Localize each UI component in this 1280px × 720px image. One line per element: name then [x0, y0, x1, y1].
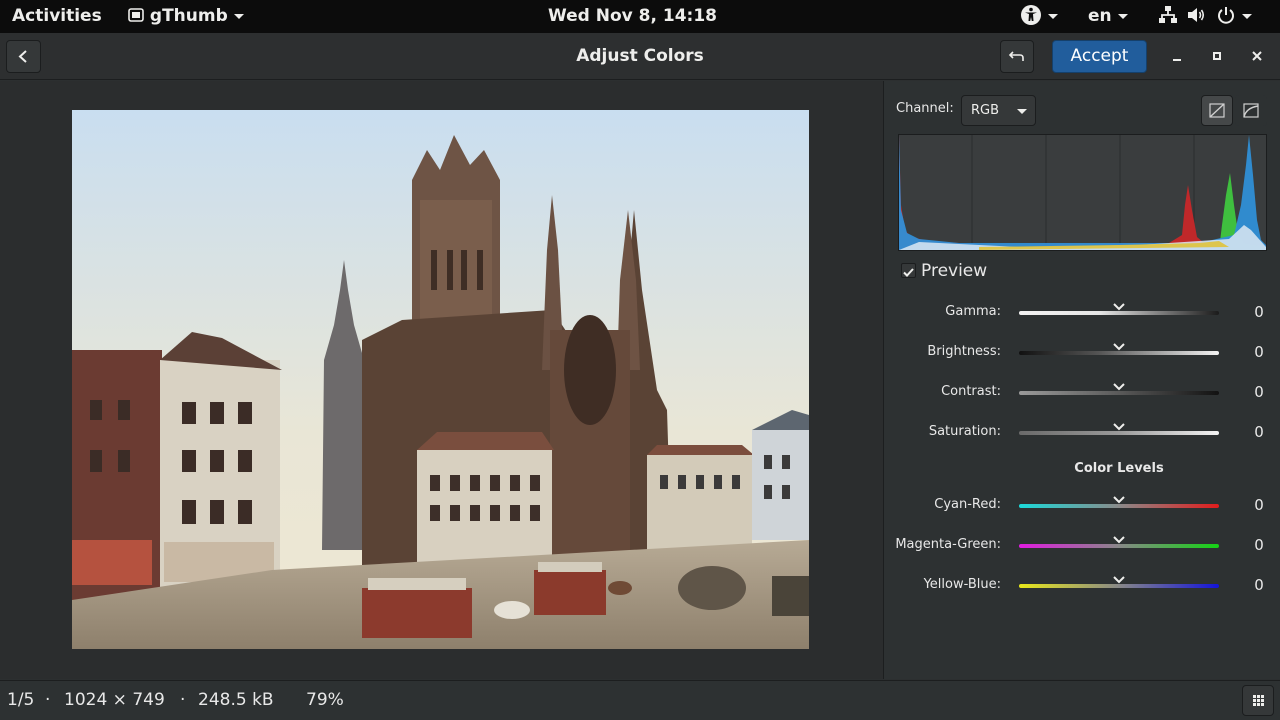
- header-bar: Adjust Colors Accept: [0, 33, 1280, 80]
- image-dimensions: 1024 × 749: [64, 690, 165, 710]
- brightness-value: 0: [1254, 343, 1264, 361]
- contrast-label: Contrast:: [941, 384, 1001, 399]
- chevron-down-icon: [1017, 109, 1027, 114]
- power-icon: [1217, 6, 1234, 24]
- checkmark-icon: [903, 268, 914, 277]
- adjust-colors-panel: Channel: RGB Preview Gamma: 0 Brightness…: [883, 81, 1280, 679]
- grid-icon: [1253, 695, 1264, 706]
- magenta-green-value: 0: [1254, 536, 1264, 554]
- minimize-button[interactable]: [1167, 46, 1187, 66]
- app-menu[interactable]: gThumb: [128, 0, 244, 33]
- contrast-value: 0: [1254, 383, 1264, 401]
- saturation-label: Saturation:: [928, 424, 1001, 439]
- log-histogram-button[interactable]: [1235, 95, 1267, 126]
- language-menu[interactable]: en: [1088, 0, 1128, 33]
- logarithmic-scale-icon: [1243, 103, 1259, 118]
- undo-button[interactable]: [1000, 40, 1034, 73]
- channel-value: RGB: [971, 103, 1000, 118]
- accessibility-icon: [1021, 4, 1041, 25]
- volume-icon: [1187, 7, 1204, 22]
- accept-button[interactable]: Accept: [1052, 40, 1147, 73]
- close-button[interactable]: [1247, 46, 1267, 66]
- browser-view-button[interactable]: [1242, 685, 1274, 716]
- preview-label: Preview: [921, 261, 988, 281]
- linear-histogram-button[interactable]: [1201, 95, 1233, 126]
- gamma-slider-knob[interactable]: [1113, 302, 1125, 312]
- magenta-green-label: Magenta-Green:: [895, 537, 1001, 552]
- accessibility-menu[interactable]: [1020, 0, 1058, 33]
- clock[interactable]: Wed Nov 8, 14:18: [548, 0, 717, 33]
- language-label: en: [1088, 6, 1112, 26]
- image-position: 1/5: [7, 690, 35, 710]
- photo[interactable]: [72, 110, 809, 649]
- file-size: 248.5 kB: [198, 690, 274, 710]
- gamma-label: Gamma:: [945, 304, 1001, 319]
- histogram-graph: [899, 135, 1266, 250]
- maximize-button[interactable]: [1207, 46, 1227, 66]
- cyan-red-label: Cyan-Red:: [934, 497, 1001, 512]
- zoom-level[interactable]: 79%: [306, 681, 344, 719]
- color-levels-heading: Color Levels: [1074, 461, 1164, 476]
- chevron-down-icon: [1241, 13, 1252, 19]
- yellow-blue-label: Yellow-Blue:: [923, 577, 1001, 592]
- gamma-value: 0: [1254, 303, 1264, 321]
- chevron-down-icon: [233, 13, 244, 19]
- minimize-icon: [1173, 59, 1181, 61]
- saturation-value: 0: [1254, 423, 1264, 441]
- chevron-down-icon: [1117, 13, 1128, 19]
- image-viewer[interactable]: [0, 81, 883, 679]
- cyan-red-value: 0: [1254, 496, 1264, 514]
- cyan-red-slider-knob[interactable]: [1113, 495, 1125, 505]
- maximize-icon: [1213, 52, 1221, 60]
- yellow-blue-slider-knob[interactable]: [1113, 575, 1125, 585]
- preview-checkbox[interactable]: [901, 263, 916, 278]
- page-title: Adjust Colors: [576, 46, 704, 66]
- close-icon: [1252, 51, 1262, 61]
- network-icon: [1159, 5, 1177, 23]
- chevron-left-icon: [18, 50, 27, 63]
- photo-image: [72, 110, 809, 649]
- status-bar: 1/5 · 1024 × 749 · 248.5 kB 79%: [0, 680, 1280, 720]
- magenta-green-slider-knob[interactable]: [1113, 535, 1125, 545]
- channel-label: Channel:: [896, 101, 954, 116]
- channel-select[interactable]: RGB: [961, 95, 1036, 126]
- brightness-slider-knob[interactable]: [1113, 342, 1125, 352]
- system-top-bar: Activities gThumb Wed Nov 8, 14:18 en: [0, 0, 1280, 33]
- system-menu[interactable]: [1158, 0, 1252, 33]
- back-button[interactable]: [6, 40, 41, 73]
- separator: ·: [45, 690, 51, 710]
- app-menu-label: gThumb: [149, 6, 228, 26]
- gthumb-app-icon: [128, 7, 144, 22]
- contrast-slider-knob[interactable]: [1113, 382, 1125, 392]
- saturation-slider-knob[interactable]: [1113, 422, 1125, 432]
- histogram: [898, 134, 1267, 251]
- separator: ·: [180, 690, 186, 710]
- undo-icon: [1008, 51, 1024, 61]
- linear-scale-icon: [1209, 103, 1225, 118]
- yellow-blue-value: 0: [1254, 576, 1264, 594]
- chevron-down-icon: [1048, 13, 1058, 19]
- brightness-label: Brightness:: [927, 344, 1001, 359]
- activities-button[interactable]: Activities: [12, 0, 102, 33]
